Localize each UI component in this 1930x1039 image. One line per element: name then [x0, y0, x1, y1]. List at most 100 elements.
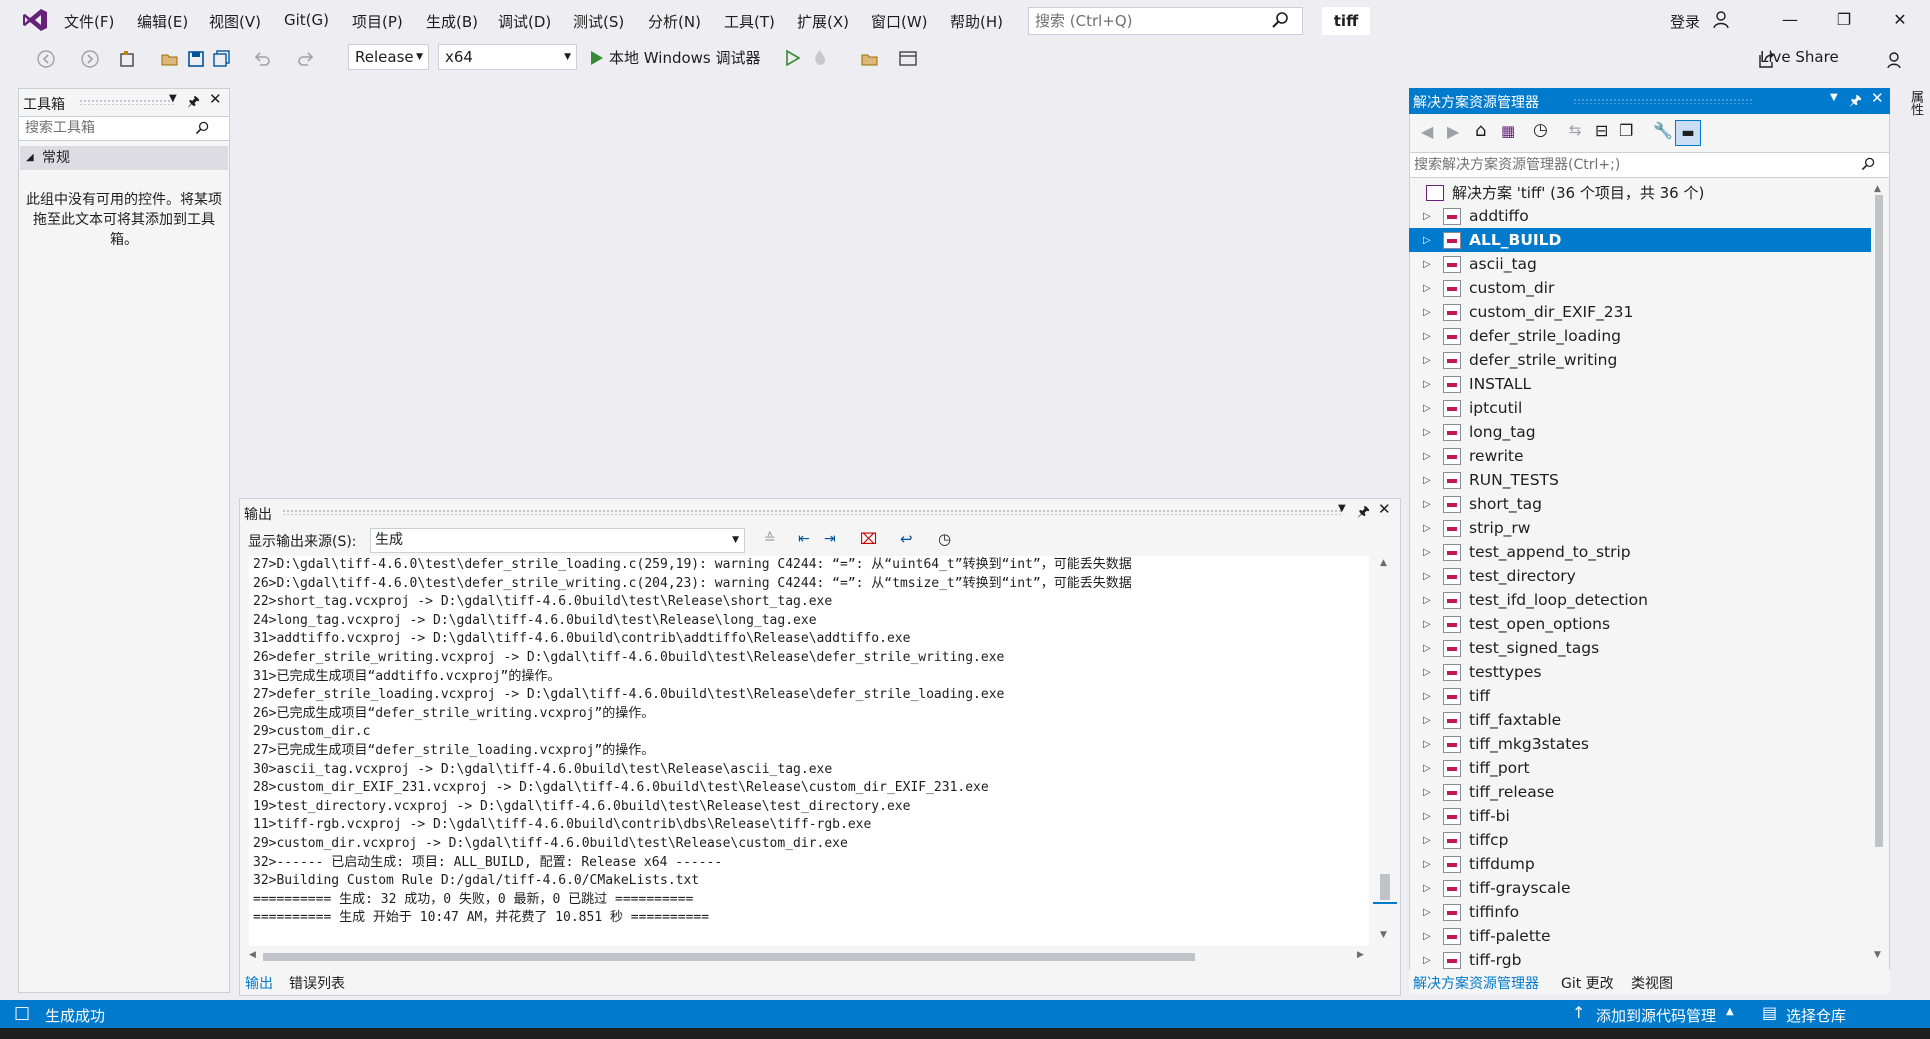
expand-arrow-icon[interactable]: ▷	[1423, 811, 1443, 822]
close-icon[interactable]: ✕	[1871, 89, 1884, 107]
pending-changes-filter-icon[interactable]: ◷	[1533, 120, 1548, 140]
visual-studio-logo-icon[interactable]	[22, 8, 48, 32]
tab-git-changes[interactable]: Git 更改	[1561, 973, 1614, 993]
pin-icon[interactable]: 🖈	[187, 91, 200, 115]
tree-item[interactable]: ▷ ascii_tag	[1409, 252, 1871, 276]
feedback-icon[interactable]	[1886, 50, 1906, 70]
new-project-icon[interactable]	[118, 49, 138, 69]
pin-icon[interactable]: 🖈	[1357, 501, 1370, 525]
forward-icon[interactable]: ▶	[1447, 122, 1459, 141]
tree-item[interactable]: ▷ RUN_TESTS	[1409, 468, 1871, 492]
tree-item[interactable]: ▷ tiff	[1409, 684, 1871, 708]
notification-icon[interactable]: □	[14, 1003, 30, 1023]
scroll-down-icon[interactable]: ▼	[1874, 950, 1881, 960]
tree-item[interactable]: ▷ tiff-bi	[1409, 804, 1871, 828]
tree-item[interactable]: ▷ tiff-palette	[1409, 924, 1871, 948]
output-horizontal-scrollbar[interactable]: ◀ ▶	[249, 948, 1369, 966]
tree-item[interactable]: ▷ tiff-rgb	[1409, 948, 1871, 972]
expand-arrow-icon[interactable]: ▷	[1423, 643, 1443, 654]
close-icon[interactable]: ✕	[1378, 500, 1391, 518]
expand-arrow-icon[interactable]: ▷	[1423, 859, 1443, 870]
expand-arrow-icon[interactable]: ▷	[1423, 355, 1443, 366]
menu-analyze[interactable]: 分析(N)	[648, 11, 701, 32]
scroll-left-icon[interactable]: ◀	[249, 950, 256, 960]
expand-arrow-icon[interactable]: ▷	[1423, 451, 1443, 462]
tree-item[interactable]: ▷ defer_strile_loading	[1409, 324, 1871, 348]
output-scroll-thumb[interactable]	[1380, 874, 1390, 900]
navigate-back-icon[interactable]	[36, 49, 56, 69]
tree-item[interactable]: ▷ tiff_mkg3states	[1409, 732, 1871, 756]
undo-icon[interactable]	[252, 49, 272, 69]
word-wrap-icon[interactable]: ↩	[900, 530, 913, 548]
tree-item[interactable]: ▷ INSTALL	[1409, 372, 1871, 396]
menu-build[interactable]: 生成(B)	[426, 11, 478, 32]
switch-views-icon[interactable]: ▦	[1501, 122, 1515, 140]
scroll-up-icon[interactable]: ▲	[1874, 184, 1881, 194]
expand-arrow-icon[interactable]: ▷	[1423, 619, 1443, 630]
menu-help[interactable]: 帮助(H)	[950, 11, 1003, 32]
open-file-icon[interactable]	[160, 49, 180, 69]
output-text-area[interactable]: 27>D:\gdal\tiff-4.6.0\test\defer_strile_…	[249, 556, 1369, 946]
expand-arrow-icon[interactable]: ▷	[1423, 667, 1443, 678]
tree-item[interactable]: ▷ test_open_options	[1409, 612, 1871, 636]
select-repository-button[interactable]: 选择仓库	[1786, 1005, 1846, 1026]
tree-item[interactable]: ▷ tiff-grayscale	[1409, 876, 1871, 900]
tree-item[interactable]: ▷ test_directory	[1409, 564, 1871, 588]
properties-wrench-icon[interactable]: 🔧	[1653, 121, 1673, 140]
tree-item[interactable]: ▷ custom_dir	[1409, 276, 1871, 300]
expand-arrow-icon[interactable]: ▷	[1423, 523, 1443, 534]
expand-arrow-icon[interactable]: ▷	[1423, 259, 1443, 270]
tab-class-view[interactable]: 类视图	[1631, 973, 1673, 993]
home-icon[interactable]: ⌂	[1475, 120, 1486, 141]
expand-arrow-icon[interactable]: ▷	[1423, 331, 1443, 342]
account-icon[interactable]	[1712, 10, 1732, 30]
next-message-icon[interactable]: ⇥	[824, 531, 836, 547]
expand-arrow-icon[interactable]: ▷	[1423, 691, 1443, 702]
scroll-down-icon[interactable]: ▼	[1380, 930, 1387, 940]
toolbox-group-general[interactable]: ◢ 常规	[20, 146, 228, 170]
tree-item[interactable]: ▷ defer_strile_writing	[1409, 348, 1871, 372]
tree-item[interactable]: ▷ tiffdump	[1409, 852, 1871, 876]
save-icon[interactable]	[186, 49, 206, 69]
tree-item[interactable]: ▷ tiffcp	[1409, 828, 1871, 852]
back-icon[interactable]: ◀	[1421, 122, 1433, 141]
expand-arrow-icon[interactable]: ▷	[1423, 403, 1443, 414]
expand-arrow-icon[interactable]: ▷	[1423, 883, 1443, 894]
search-input[interactable]: 搜索 (Ctrl+Q)	[1028, 7, 1303, 35]
sign-in-link[interactable]: 登录	[1670, 11, 1700, 32]
expand-arrow-icon[interactable]: ▷	[1423, 235, 1443, 246]
toolbar-layout-icon[interactable]	[898, 49, 918, 69]
start-debugging-icon[interactable]	[586, 48, 606, 68]
solution-root-node[interactable]: 解决方案 'tiff' (36 个项目，共 36 个)	[1426, 182, 1704, 203]
expand-arrow-icon[interactable]: ▷	[1423, 715, 1443, 726]
tree-item[interactable]: ▷ test_signed_tags	[1409, 636, 1871, 660]
scroll-up-icon[interactable]: ▲	[1380, 558, 1387, 568]
expand-arrow-icon[interactable]: ▷	[1423, 787, 1443, 798]
menu-extensions[interactable]: 扩展(X)	[797, 11, 849, 32]
start-without-debugging-icon[interactable]	[782, 48, 802, 68]
show-all-files-icon[interactable]: ❐	[1619, 121, 1633, 140]
expand-arrow-icon[interactable]: ▷	[1423, 283, 1443, 294]
platform-dropdown[interactable]: x64 ▼	[438, 44, 577, 70]
save-all-icon[interactable]	[212, 49, 232, 69]
output-grip[interactable]	[282, 509, 1342, 515]
menu-view[interactable]: 视图(V)	[209, 11, 261, 32]
menu-test[interactable]: 测试(S)	[573, 11, 624, 32]
tree-item[interactable]: ▷ testtypes	[1409, 660, 1871, 684]
tree-item[interactable]: ▷ tiffinfo	[1409, 900, 1871, 924]
tree-item[interactable]: ▷ strip_rw	[1409, 516, 1871, 540]
expand-arrow-icon[interactable]: ▷	[1423, 595, 1443, 606]
hot-reload-icon[interactable]	[810, 48, 830, 68]
expand-arrow-icon[interactable]: ▷	[1423, 955, 1443, 966]
tree-item[interactable]: ▷ long_tag	[1409, 420, 1871, 444]
close-window-button[interactable]: ✕	[1888, 8, 1912, 32]
tree-item[interactable]: ▷ tiff_port	[1409, 756, 1871, 780]
tree-item[interactable]: ▷ tiff_faxtable	[1409, 708, 1871, 732]
menu-project[interactable]: 项目(P)	[352, 11, 403, 32]
menu-file[interactable]: 文件(F)	[64, 11, 114, 32]
tab-solution-explorer[interactable]: 解决方案资源管理器	[1413, 973, 1539, 993]
pin-icon[interactable]: 🖈	[1849, 90, 1862, 114]
timestamp-icon[interactable]: ◷	[938, 530, 951, 548]
add-to-source-control-button[interactable]: 添加到源代码管理	[1596, 1005, 1716, 1026]
browse-folder-icon[interactable]	[860, 49, 880, 69]
